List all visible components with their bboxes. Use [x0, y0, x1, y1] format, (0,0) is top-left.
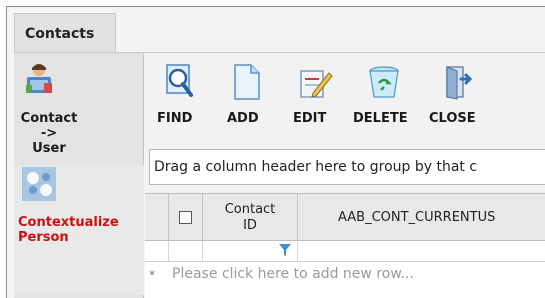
sidebar-item-contact-user-text: Contact -> User	[20, 111, 78, 156]
blank-page-icon	[231, 63, 263, 101]
sidebar-item-contextualize-person[interactable]: Contextualize Person	[14, 165, 144, 295]
column-header-contact-id-label: Contact ID	[224, 201, 276, 233]
filter-cell-select	[169, 241, 203, 261]
contact-user-icon	[24, 61, 54, 93]
toolbar: FIND ADD EDIT DELETE CLOSE	[145, 53, 545, 145]
delete-button[interactable]: DELETE	[353, 53, 429, 141]
sidebar-item-contact-user-label: Contact -> User	[18, 111, 80, 156]
add-button-label: ADD	[227, 111, 259, 126]
filter-row-indicator	[145, 241, 169, 261]
close-button[interactable]: CLOSE	[429, 53, 489, 141]
sidebar-item-contextualize-label: Contextualize Person	[18, 215, 119, 245]
sidebar-item-contact-user[interactable]: Contact -> User	[14, 57, 144, 169]
select-all-checkbox[interactable]	[179, 211, 192, 224]
close-button-label: CLOSE	[429, 111, 476, 126]
column-header-aab-cont-currentus[interactable]: AAB_CONT_CURRENTUS	[298, 194, 545, 241]
group-by-hint: Drag a column header here to group by th…	[154, 159, 478, 175]
tab-contacts[interactable]: Contacts	[14, 13, 116, 53]
row-indicator-header	[145, 194, 169, 241]
door-exit-icon	[441, 63, 473, 101]
column-header-contact-id[interactable]: Contact ID	[203, 194, 298, 241]
recycle-bin-icon	[367, 63, 399, 101]
edit-pencil-icon	[299, 63, 333, 101]
main-panel: FIND ADD EDIT DELETE CLOSE Drag a column…	[145, 53, 545, 298]
magnifier-icon	[163, 63, 195, 101]
sidebar: Contact -> User Contextualize Person	[14, 53, 144, 298]
new-row-hint: Please click here to add new row...	[172, 266, 414, 282]
edit-button-label: EDIT	[293, 111, 327, 126]
group-by-panel[interactable]: Drag a column header here to group by th…	[149, 149, 545, 185]
new-row-marker: *	[149, 268, 155, 282]
filter-row	[145, 241, 545, 262]
find-button[interactable]: FIND	[157, 53, 207, 141]
tab-contacts-label: Contacts	[25, 25, 95, 42]
new-row-placeholder[interactable]: * Please click here to add new row...	[145, 262, 545, 298]
column-header-aab-cont-currentus-label: AAB_CONT_CURRENTUS	[338, 209, 496, 225]
filter-cell-contact-id[interactable]	[203, 241, 298, 261]
delete-button-label: DELETE	[353, 111, 408, 126]
grid-header: Contact ID AAB_CONT_CURRENTUS	[145, 193, 545, 241]
data-grid: Contact ID AAB_CONT_CURRENTUS * Please c…	[145, 193, 545, 298]
edit-button[interactable]: EDIT	[293, 53, 339, 141]
find-button-label: FIND	[157, 111, 193, 126]
filter-cell-aab-cont-currentus[interactable]	[298, 241, 545, 261]
filter-icon[interactable]	[279, 244, 291, 260]
contextualize-icon	[22, 167, 56, 201]
select-all-header	[169, 194, 203, 241]
add-button[interactable]: ADD	[227, 53, 269, 141]
